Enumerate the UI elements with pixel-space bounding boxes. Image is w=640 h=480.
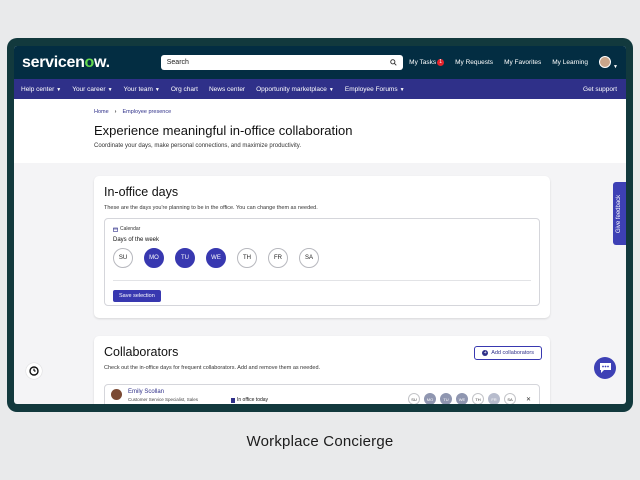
building-icon	[231, 397, 235, 403]
servicenow-logo[interactable]: servicenow.	[22, 54, 110, 72]
days-of-week-title: Days of the week	[113, 237, 160, 243]
collab-day-su: SU	[408, 393, 420, 404]
tasks-badge: 1	[437, 59, 445, 66]
chevron-down-icon: ▼	[399, 86, 405, 93]
chevron-down-icon: ▼	[154, 86, 160, 93]
plus-icon: +	[482, 350, 489, 356]
chevron-down-icon: ▼	[328, 86, 334, 93]
page-subtitle: Coordinate your days, make personal conn…	[94, 143, 301, 149]
chevron-down-icon: ▼	[107, 86, 113, 93]
breadcrumb-current[interactable]: Employee presence	[123, 109, 172, 115]
get-support-link[interactable]: Get support	[583, 86, 617, 93]
collaborators-description: Check out the in-office days for frequen…	[104, 365, 321, 371]
top-bar: servicenow. Search My Tasks 1 My Requests…	[14, 46, 626, 79]
day-toggle-fr[interactable]: FR	[268, 248, 288, 268]
screen: servicenow. Search My Tasks 1 My Requests…	[14, 46, 626, 404]
my-learning-link[interactable]: My Learning	[552, 59, 588, 66]
save-selection-button[interactable]: Save selection	[113, 290, 161, 302]
nav-item-opportunity-marketplace[interactable]: Opportunity marketplace ▼	[256, 86, 334, 93]
collaborator-role: Customer Service Specialist, Sales	[128, 397, 199, 402]
in-office-status: In office today	[231, 397, 268, 403]
divider	[113, 280, 531, 281]
nav-item-news-center[interactable]: News center	[209, 86, 245, 93]
my-tasks-link[interactable]: My Tasks 1	[409, 59, 445, 66]
day-toggle-su[interactable]: SU	[113, 248, 133, 268]
clock-icon	[29, 366, 39, 376]
collab-day-we: WE	[456, 393, 468, 404]
in-office-days-title: In-office days	[104, 185, 179, 199]
collaborator-avatar	[111, 389, 122, 400]
top-links: My Tasks 1 My Requests My Favorites My Le…	[409, 55, 618, 70]
day-toggle-tu[interactable]: TU	[175, 248, 195, 268]
collab-day-mo: MO	[424, 393, 436, 404]
nav-item-help-center[interactable]: Help center ▼	[21, 86, 61, 93]
my-requests-link[interactable]: My Requests	[455, 59, 493, 66]
add-collaborators-button[interactable]: + Add collaborators	[474, 346, 542, 360]
breadcrumb-home[interactable]: Home	[94, 109, 109, 115]
breadcrumb: Home › Employee presence	[94, 109, 626, 115]
in-office-days-description: These are the days you're planning to be…	[104, 205, 318, 211]
avatar	[599, 55, 612, 68]
give-feedback-tab[interactable]: Give feedback	[613, 182, 626, 245]
day-toggle-th[interactable]: TH	[237, 248, 257, 268]
device-frame: servicenow. Search My Tasks 1 My Requests…	[7, 38, 633, 412]
in-office-days-card: In-office days These are the days you're…	[94, 176, 550, 318]
calendar-panel: Calendar Days of the week SU MO TU WE TH…	[104, 218, 540, 306]
page-title: Experience meaningful in-office collabor…	[94, 123, 353, 138]
chat-button[interactable]	[594, 357, 616, 379]
page-header: Home › Employee presence Experience mean…	[14, 99, 626, 163]
day-toggle-we[interactable]: WE	[206, 248, 226, 268]
main-nav: Help center ▼ Your career ▼ Your team ▼ Org…	[14, 79, 626, 99]
day-toggle-sa[interactable]: SA	[299, 248, 319, 268]
day-picker: SU MO TU WE TH FR SA	[113, 248, 531, 268]
calendar-label: Calendar	[113, 226, 531, 232]
day-toggle-mo[interactable]: MO	[144, 248, 164, 268]
chevron-right-icon: ›	[114, 109, 117, 115]
search-input[interactable]: Search	[160, 55, 403, 70]
chevron-down-icon: ▼	[613, 63, 618, 70]
calendar-icon	[113, 227, 118, 232]
nav-item-employee-forums[interactable]: Employee Forums ▼	[345, 86, 405, 93]
collaborator-name[interactable]: Emily Scollan	[128, 389, 198, 395]
collaborators-card: Collaborators Check out the in-office da…	[94, 336, 550, 404]
caption: Workplace Concierge	[246, 433, 394, 450]
search-icon[interactable]	[389, 59, 397, 66]
collab-day-tu: TU	[440, 393, 452, 404]
chat-bubble-icon	[599, 363, 611, 373]
collab-day-th: TH	[472, 393, 484, 404]
nav-item-your-team[interactable]: Your team ▼	[124, 86, 160, 93]
collab-day-fr: FR	[488, 393, 500, 404]
user-menu[interactable]: ▼	[599, 55, 618, 70]
my-favorites-link[interactable]: My Favorites	[504, 59, 541, 66]
nav-item-your-career[interactable]: Your career ▼	[72, 86, 112, 93]
collaborator-days: SU MO TU WE TH FR SA ✕	[408, 393, 531, 404]
collab-day-sa: SA	[504, 393, 516, 404]
remove-collaborator-close-icon[interactable]: ✕	[526, 396, 531, 403]
collaborator-row: Emily Scollan Customer Service Specialis…	[104, 384, 540, 404]
nav-item-org-chart[interactable]: Org chart	[171, 86, 198, 93]
clock-button[interactable]	[26, 363, 42, 379]
search-placeholder: Search	[166, 59, 189, 66]
chevron-down-icon: ▼	[56, 86, 62, 93]
